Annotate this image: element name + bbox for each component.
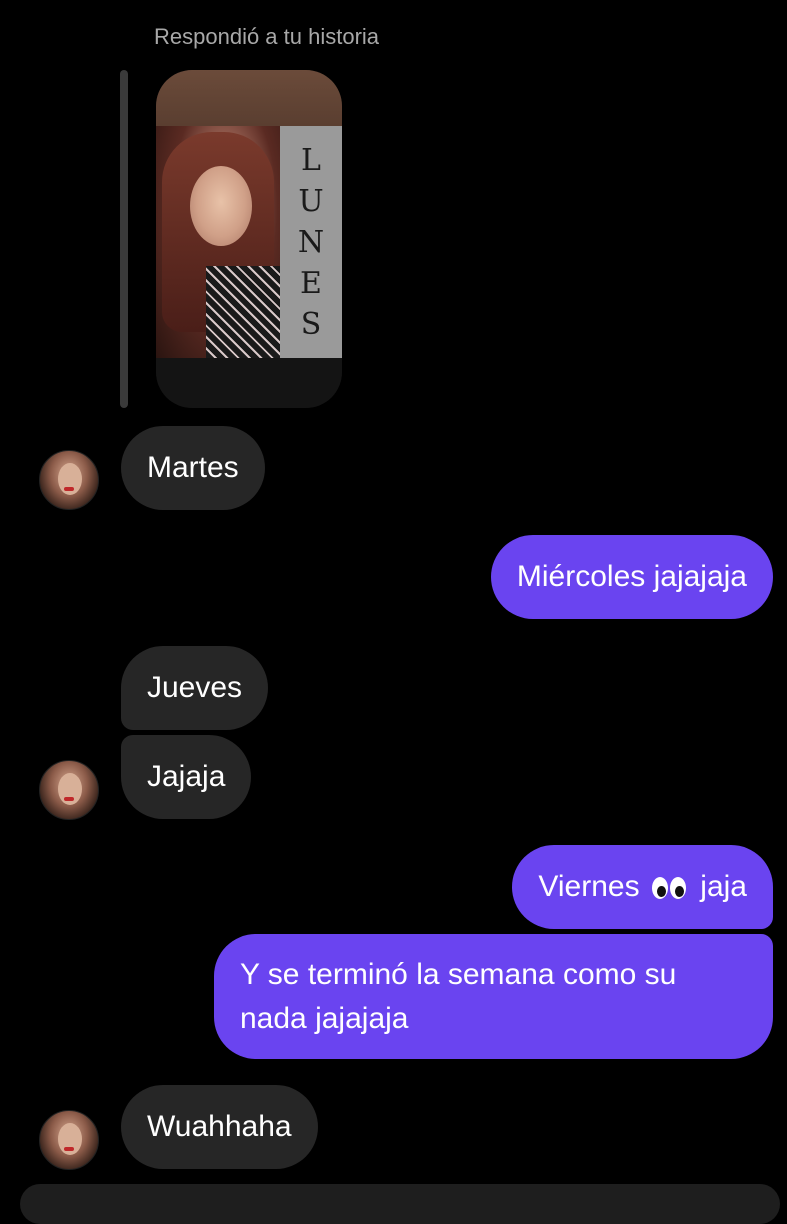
message-bubble-incoming[interactable]: Martes: [121, 426, 265, 510]
message-bubble-outgoing[interactable]: Miércoles jajajaja: [490, 535, 773, 619]
message-bubble-incoming[interactable]: Jueves: [121, 646, 269, 730]
message-text: jaja: [700, 870, 747, 903]
story-bottom-band: [156, 358, 342, 408]
message-text: Viernes: [538, 870, 640, 903]
story-face: [190, 166, 252, 246]
story-preview[interactable]: L U N E S: [156, 70, 342, 408]
avatar-lips: [64, 487, 74, 491]
story-letter: U: [298, 183, 324, 219]
message-composer[interactable]: [20, 1184, 780, 1224]
message-bubble-outgoing[interactable]: Y se terminó la semana como su nada jaja…: [214, 934, 773, 1059]
reply-indicator-bar: [120, 70, 128, 408]
contact-avatar[interactable]: [39, 1110, 99, 1170]
message-bubble-incoming[interactable]: Jajaja: [121, 735, 252, 819]
story-reply-caption: Respondió a tu historia: [154, 24, 380, 49]
avatar-lips: [64, 797, 74, 801]
story-text-panel: L U N E S: [280, 126, 342, 358]
eyes-emoji-icon: [651, 868, 688, 912]
story-letter: S: [300, 306, 322, 342]
story-letter: L: [301, 142, 321, 178]
message-bubble-incoming[interactable]: Wuahhaha: [121, 1085, 318, 1169]
story-photo: [156, 126, 280, 358]
story-shirt: [206, 266, 280, 358]
message-bubble-outgoing[interactable]: Viernes jaja: [512, 845, 773, 929]
contact-avatar[interactable]: [39, 450, 99, 510]
story-letter: N: [297, 224, 325, 260]
story-top-band: [156, 70, 342, 126]
story-letter: E: [300, 265, 322, 301]
contact-avatar[interactable]: [39, 760, 99, 820]
avatar-lips: [64, 1147, 74, 1151]
